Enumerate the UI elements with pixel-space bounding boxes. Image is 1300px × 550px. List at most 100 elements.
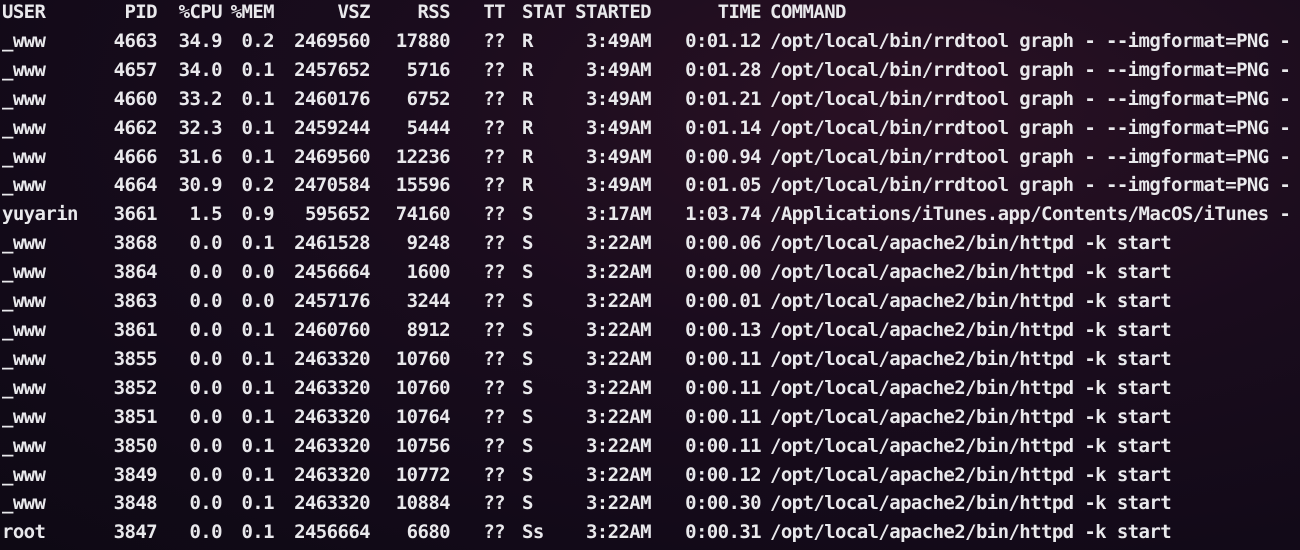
cell-user: _www — [2, 347, 46, 370]
cell-rss: 15596 — [395, 174, 451, 197]
cell-pid: 3850 — [113, 434, 158, 457]
cell-pid: 4664 — [113, 174, 158, 197]
cell-started: 3:17AM — [585, 203, 652, 226]
cell-command: /opt/local/apache2/bin/httpd -k start — [770, 347, 1172, 370]
table-row: _www 3868 0.0 0.1 2461528 9248?? S 3:22AM 0:00.0… — [0, 229, 1290, 258]
cell-started: 3:22AM — [585, 463, 652, 486]
cell-started: 3:49AM — [585, 174, 652, 197]
cell-started: 3:22AM — [585, 290, 652, 313]
cell-mem: 0.1 — [241, 521, 274, 544]
cell-stat: S — [522, 434, 533, 457]
cell-cpu: 30.9 — [178, 174, 223, 197]
cell-command: /opt/local/apache2/bin/httpd -k start — [770, 405, 1172, 428]
column-header-started: STARTED — [575, 1, 651, 23]
cell-stat: S — [522, 232, 533, 255]
cell-user: _www — [2, 174, 46, 197]
cell-vsz: 2461528 — [294, 232, 370, 255]
cell-mem: 0.1 — [241, 145, 274, 168]
cell-started: 3:22AM — [585, 405, 652, 428]
cell-tt: ?? — [483, 203, 505, 226]
table-row: root 3847 0.0 0.1 2456664 6680?? Ss 3:22AM 0:00.… — [0, 518, 1290, 547]
cell-time: 0:00.94 — [685, 145, 761, 168]
cell-time: 0:00.12 — [685, 463, 761, 486]
cell-command: /opt/local/apache2/bin/httpd -k start — [770, 492, 1172, 515]
column-header-user: USER — [2, 1, 46, 23]
cell-cpu: 0.0 — [189, 318, 222, 341]
cell-stat: R — [522, 29, 533, 52]
table-row: _www 3863 0.0 0.0 2457176 3244?? S 3:22AM 0:00.0… — [0, 287, 1290, 316]
cell-command: /Applications/iTunes.app/Contents/MacOS/… — [770, 203, 1291, 226]
cell-vsz: 2456664 — [294, 261, 370, 284]
cell-stat: R — [522, 58, 533, 81]
table-row: _www 3851 0.0 0.1 2463320 10764?? S 3:22AM 0:00.… — [0, 403, 1290, 432]
cell-vsz: 2460760 — [294, 318, 370, 341]
cell-tt: ?? — [483, 492, 505, 515]
cell-pid: 3855 — [113, 347, 158, 370]
cell-mem: 0.1 — [241, 116, 274, 139]
cell-rss: 12236 — [395, 145, 451, 168]
cell-tt: ?? — [483, 261, 505, 284]
cell-time: 0:00.30 — [685, 492, 761, 515]
cell-time: 0:01.12 — [685, 29, 761, 52]
cell-user: _www — [2, 29, 46, 52]
cell-cpu: 34.9 — [178, 29, 223, 52]
cell-time: 0:01.28 — [685, 58, 761, 81]
cell-stat: R — [522, 87, 533, 110]
cell-tt: ?? — [483, 521, 505, 544]
table-row: _www 4666 31.6 0.1 2469560 12236?? R 3:49AM 0:00… — [0, 143, 1291, 172]
cell-user: _www — [2, 376, 46, 399]
table-row: _www 3864 0.0 0.0 2456664 1600?? S 3:22AM 0:00.0… — [0, 258, 1290, 287]
cell-vsz: 2469560 — [294, 29, 370, 52]
cell-pid: 4657 — [113, 58, 158, 81]
cell-time: 0:00.00 — [685, 261, 761, 284]
cell-time: 0:01.05 — [685, 174, 761, 197]
cell-mem: 0.1 — [241, 434, 274, 457]
cell-rss: 10760 — [395, 376, 451, 399]
cell-stat: R — [522, 174, 533, 197]
cell-started: 3:22AM — [585, 434, 652, 457]
cell-time: 0:00.11 — [685, 405, 761, 428]
cell-tt: ?? — [483, 29, 505, 52]
cell-command: /opt/local/apache2/bin/httpd -k start — [770, 261, 1172, 284]
column-header-time: TIME — [717, 1, 762, 23]
cell-stat: S — [522, 203, 533, 226]
cell-pid: 3861 — [113, 318, 158, 341]
cell-started: 3:22AM — [585, 376, 652, 399]
table-row: _www 4660 33.2 0.1 2460176 6752?? R 3:49AM 0:01.… — [0, 85, 1291, 114]
cell-mem: 0.9 — [241, 203, 274, 226]
cell-user: _www — [2, 261, 46, 284]
cell-pid: 3863 — [113, 290, 158, 313]
table-row: _www 3852 0.0 0.1 2463320 10760?? S 3:22AM 0:00.… — [0, 374, 1290, 403]
cell-user: _www — [2, 463, 46, 486]
cell-started: 3:49AM — [585, 116, 652, 139]
cell-stat: S — [522, 261, 533, 284]
cell-pid: 3864 — [113, 261, 158, 284]
column-header-cpu: %CPU — [178, 1, 223, 23]
cell-rss: 8912 — [406, 318, 451, 341]
cell-tt: ?? — [483, 232, 505, 255]
cell-rss: 5444 — [406, 116, 451, 139]
cell-cpu: 31.6 — [178, 145, 223, 168]
cell-pid: 4662 — [113, 116, 158, 139]
table-row: _www 3850 0.0 0.1 2463320 10756?? S 3:22AM 0:00.… — [0, 432, 1290, 461]
column-header-pid: PID — [124, 1, 157, 23]
cell-tt: ?? — [483, 347, 505, 370]
cell-started: 3:22AM — [585, 521, 652, 544]
terminal-window[interactable]: USER PID %CPU %MEM VSZ RSS TT STAT START… — [0, 0, 1300, 550]
cell-time: 0:00.11 — [685, 347, 761, 370]
cell-mem: 0.2 — [241, 29, 274, 52]
cell-started: 3:22AM — [585, 347, 652, 370]
cell-time: 0:00.13 — [685, 318, 761, 341]
cell-command: /opt/local/apache2/bin/httpd -k start — [770, 318, 1172, 341]
cell-started: 3:22AM — [585, 232, 652, 255]
cell-cpu: 0.0 — [189, 521, 222, 544]
cell-cpu: 34.0 — [178, 58, 223, 81]
cell-mem: 0.1 — [241, 463, 274, 486]
cell-user: _www — [2, 318, 46, 341]
cell-mem: 0.1 — [241, 492, 274, 515]
cell-vsz: 2463320 — [294, 463, 370, 486]
cell-rss: 1600 — [406, 261, 451, 284]
cell-user: _www — [2, 87, 46, 110]
cell-stat: S — [522, 290, 533, 313]
table-row: _www 3855 0.0 0.1 2463320 10760?? S 3:22AM 0:00.… — [0, 345, 1290, 374]
